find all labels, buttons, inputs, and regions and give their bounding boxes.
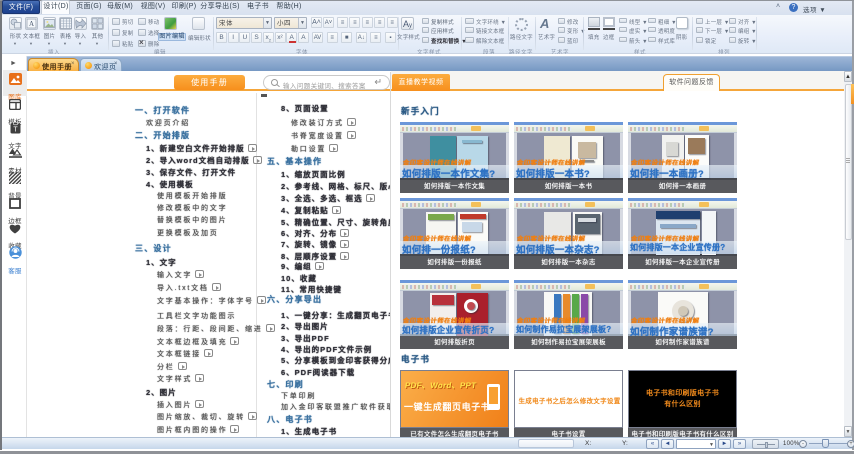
svg-text:A: A xyxy=(29,20,34,28)
svg-text:T: T xyxy=(13,126,18,133)
